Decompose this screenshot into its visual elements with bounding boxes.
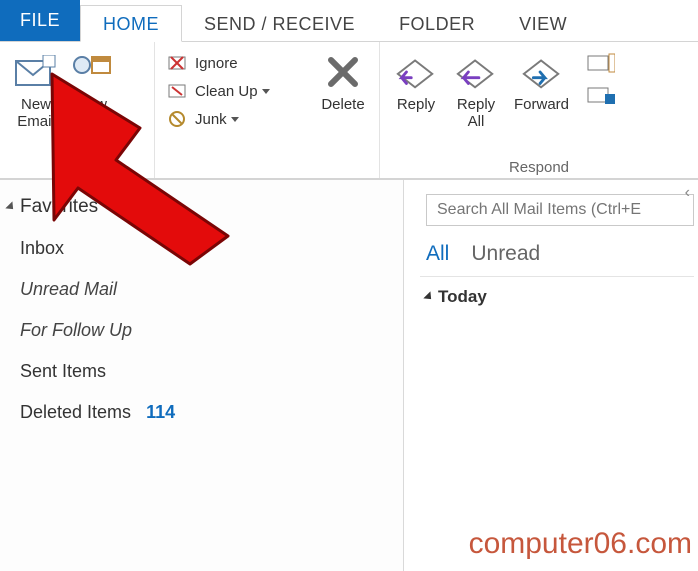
nav-item-sent-items[interactable]: Sent Items bbox=[6, 351, 397, 392]
junk-button[interactable]: Junk bbox=[163, 106, 274, 132]
tab-strip: FILE HOME SEND / RECEIVE FOLDER VIEW bbox=[0, 0, 698, 42]
expand-icon bbox=[423, 291, 434, 302]
new-email-button[interactable]: New Email bbox=[8, 48, 64, 133]
meeting-icon[interactable] bbox=[587, 52, 617, 76]
more-respond-icon[interactable] bbox=[587, 84, 617, 108]
reply-button[interactable]: Reply bbox=[388, 48, 444, 115]
watermark: computer06.com bbox=[469, 527, 692, 561]
group-respond-label: Respond bbox=[388, 157, 690, 176]
new-email-label: New Email bbox=[17, 96, 55, 131]
tab-view[interactable]: VIEW bbox=[497, 6, 589, 41]
content-columns: ‹ Favorites Inbox Unread Mail For Follow… bbox=[0, 180, 698, 571]
forward-button[interactable]: Forward bbox=[508, 48, 575, 115]
favorites-header[interactable]: Favorites bbox=[6, 188, 397, 228]
group-new-label: New bbox=[8, 157, 146, 176]
forward-icon bbox=[520, 50, 564, 94]
reply-icon bbox=[394, 50, 438, 94]
tab-send-receive[interactable]: SEND / RECEIVE bbox=[182, 6, 377, 41]
tab-home[interactable]: HOME bbox=[80, 5, 182, 42]
nav-pane: Favorites Inbox Unread Mail For Follow U… bbox=[0, 180, 404, 571]
list-pane: All Unread Today bbox=[404, 180, 698, 571]
forward-label: Forward bbox=[514, 96, 569, 113]
reply-all-icon bbox=[454, 50, 498, 94]
group-delete: Ignore Clean Up Junk bbox=[155, 42, 380, 178]
junk-label: Junk bbox=[195, 111, 227, 128]
filter-unread[interactable]: Unread bbox=[471, 242, 540, 266]
reply-all-button[interactable]: Reply All bbox=[448, 48, 504, 133]
favorites-label: Favorites bbox=[20, 196, 98, 218]
group-new: New Email New Items New bbox=[0, 42, 155, 178]
reply-all-label: Reply All bbox=[457, 96, 495, 131]
collapse-navpane-icon[interactable]: ‹ bbox=[685, 184, 690, 202]
filter-all[interactable]: All bbox=[426, 242, 449, 266]
new-items-icon bbox=[70, 50, 114, 94]
date-group-label: Today bbox=[438, 287, 487, 307]
tab-file[interactable]: FILE bbox=[0, 0, 80, 41]
dropdown-icon bbox=[262, 89, 270, 94]
nav-item-unread-mail[interactable]: Unread Mail bbox=[6, 269, 397, 310]
new-items-label: New Items bbox=[74, 96, 111, 131]
nav-item-inbox[interactable]: Inbox bbox=[6, 228, 397, 269]
nav-item-for-follow-up[interactable]: For Follow Up bbox=[6, 310, 397, 351]
delete-button[interactable]: Delete bbox=[315, 48, 371, 115]
ignore-icon bbox=[167, 52, 189, 74]
search-input[interactable] bbox=[426, 194, 694, 226]
date-group-today[interactable]: Today bbox=[420, 276, 694, 317]
deleted-items-label: Deleted Items bbox=[20, 402, 131, 422]
clean-up-button[interactable]: Clean Up bbox=[163, 78, 274, 104]
filter-row: All Unread bbox=[404, 238, 698, 276]
tab-folder[interactable]: FOLDER bbox=[377, 6, 497, 41]
new-items-button[interactable]: New Items bbox=[64, 48, 120, 133]
group-respond: Reply Reply All Forward bbox=[380, 42, 698, 178]
new-email-icon bbox=[14, 50, 58, 94]
ignore-label: Ignore bbox=[195, 55, 238, 72]
nav-item-deleted-items[interactable]: Deleted Items 114 bbox=[6, 392, 397, 433]
clean-up-label: Clean Up bbox=[195, 83, 258, 100]
delete-icon bbox=[321, 50, 365, 94]
expand-icon bbox=[5, 201, 16, 212]
clean-up-icon bbox=[167, 80, 189, 102]
deleted-items-count: 114 bbox=[146, 402, 175, 422]
delete-label: Delete bbox=[321, 96, 364, 113]
ignore-button[interactable]: Ignore bbox=[163, 50, 274, 76]
dropdown-icon bbox=[231, 117, 239, 122]
reply-label: Reply bbox=[397, 96, 435, 113]
ribbon: New Email New Items New bbox=[0, 42, 698, 180]
junk-icon bbox=[167, 108, 189, 130]
